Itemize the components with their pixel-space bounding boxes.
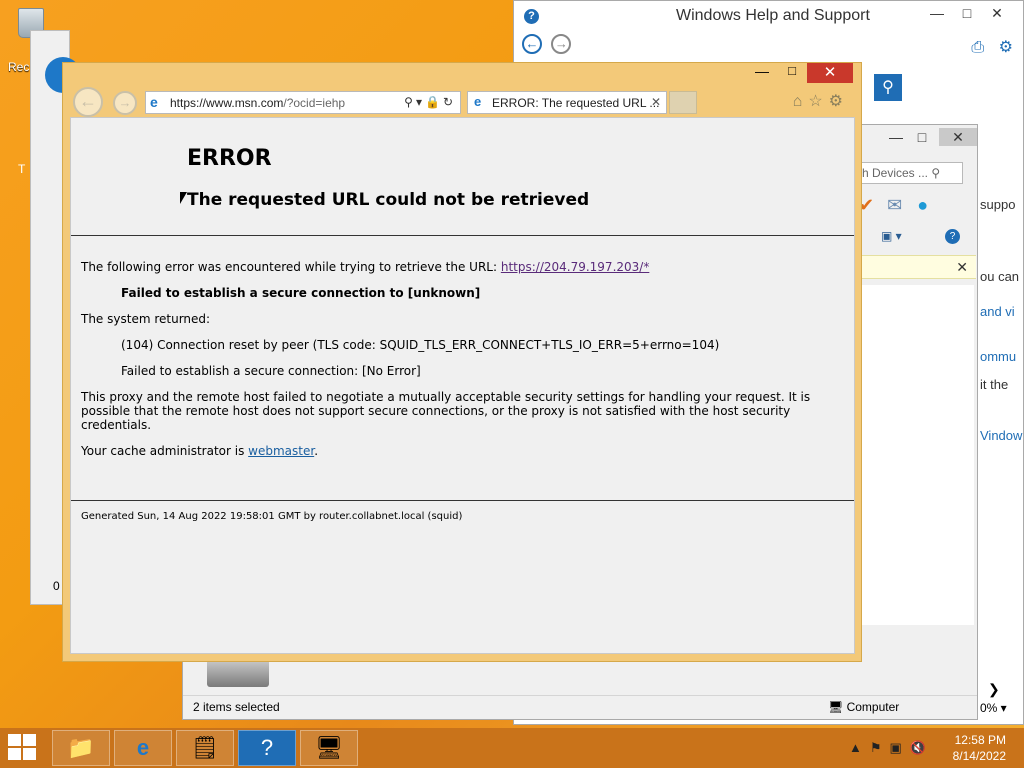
forward-button[interactable]: → xyxy=(113,91,137,115)
help-text-fragment: it the xyxy=(980,377,1009,392)
file-explorer-icon[interactable]: 📁 xyxy=(52,730,110,766)
search-icon[interactable]: ⚲ xyxy=(404,95,416,109)
internet-explorer-window[interactable]: — □ ✕ ← → e https://www.msn.com/?ocid=ie… xyxy=(62,62,862,662)
help-icon[interactable]: ? xyxy=(945,229,960,244)
error-header: ERROR The requested URL could not be ret… xyxy=(71,118,854,236)
help-question-icon: ? xyxy=(524,9,539,24)
maximize-button[interactable]: □ xyxy=(954,4,980,22)
address-bar[interactable]: e https://www.msn.com/?ocid=iehp ⚲▾🔒↻ xyxy=(145,91,461,114)
dropdown-icon[interactable]: ▾ xyxy=(416,95,425,109)
maximize-button[interactable]: □ xyxy=(779,63,805,83)
browser-tab[interactable]: e ERROR: The requested URL ... ✕ xyxy=(467,91,667,114)
help-link-fragment[interactable]: Vindow xyxy=(980,428,1022,443)
error-line: The following error was encountered whil… xyxy=(81,260,650,274)
mouse-cursor-icon xyxy=(180,192,187,204)
tab-title: ERROR: The requested URL ... xyxy=(492,96,660,110)
error-body: The following error was encountered whil… xyxy=(81,260,821,470)
error-footer: Generated Sun, 14 Aug 2022 19:58:01 GMT … xyxy=(71,500,854,532)
taskbar: 📁 e 🗒 ? 🖥 ▲⚑▣🔇 12:58 PM 8/14/2022 xyxy=(0,728,1024,768)
url-host: https://www.msn.com xyxy=(170,96,284,110)
device-list[interactable] xyxy=(859,285,974,625)
devices-search-input[interactable]: rch Devices ... ⚲ xyxy=(849,162,963,184)
settings-gear-icon[interactable]: ⚙ xyxy=(999,39,1013,56)
help-link-fragment[interactable]: and vi xyxy=(980,304,1015,319)
internet-explorer-icon[interactable]: e xyxy=(114,730,172,766)
mail-icon[interactable]: ✉ xyxy=(887,195,902,215)
desktop-icon-label: T xyxy=(18,162,26,176)
forward-icon[interactable]: → xyxy=(551,34,572,54)
error-line: The system returned: xyxy=(81,312,211,326)
help-support-taskbar-icon[interactable]: ? xyxy=(238,730,296,766)
recycle-bin-label: Rec xyxy=(8,60,30,74)
close-button[interactable]: ✕ xyxy=(939,128,977,146)
error-explanation: This proxy and the remote host failed to… xyxy=(81,390,811,432)
error-line: Your cache administrator is webmaster. xyxy=(81,444,319,458)
selection-status: 2 items selected xyxy=(193,700,280,714)
info-bar: ✕ xyxy=(861,255,976,279)
status-bar: 2 items selected 🖥 Computer xyxy=(183,695,977,719)
error-line: (104) Connection reset by peer (TLS code… xyxy=(121,338,720,352)
lock-icon[interactable]: 🔒 xyxy=(425,95,443,109)
ie-logo-icon: e xyxy=(150,94,158,110)
window-text: 0 xyxy=(53,579,60,593)
tools-gear-icon[interactable]: ⚙ xyxy=(829,93,849,110)
clock-date: 8/14/2022 xyxy=(952,749,1006,763)
page-content: ERROR The requested URL could not be ret… xyxy=(70,117,855,654)
minimize-button[interactable]: — xyxy=(883,128,909,146)
close-button[interactable]: ✕ xyxy=(807,63,853,83)
error-subtitle: The requested URL could not be retrieved xyxy=(187,190,590,210)
help-window-title: Windows Help and Support xyxy=(676,7,870,24)
show-hidden-icons-icon[interactable]: ▲ xyxy=(849,740,870,755)
globe-icon[interactable]: ● xyxy=(917,195,928,215)
close-infobar-icon[interactable]: ✕ xyxy=(956,259,968,276)
devices-taskbar-icon[interactable]: 🖥 xyxy=(300,730,358,766)
refresh-icon[interactable]: ↻ xyxy=(443,95,456,109)
clock[interactable]: 12:58 PM 8/14/2022 xyxy=(953,732,1006,764)
help-search-button[interactable]: ⚲ xyxy=(874,74,902,101)
minimize-button[interactable]: — xyxy=(924,4,950,22)
error-url-link[interactable]: https://204.79.197.203/* xyxy=(501,260,649,274)
system-tray[interactable]: ▲⚑▣🔇 xyxy=(849,740,934,756)
notepad-icon[interactable]: 🗒 xyxy=(176,730,234,766)
zoom-level[interactable]: 0% ▾ xyxy=(980,701,1007,715)
computer-status: 🖥 Computer xyxy=(828,700,900,714)
network-icon[interactable]: ▣ xyxy=(890,740,910,755)
url-path: /?ocid=iehp xyxy=(283,96,346,110)
back-button[interactable]: ← xyxy=(73,87,103,117)
help-titlebar[interactable]: ? Windows Help and Support — □ ✕ xyxy=(514,1,1023,31)
help-link-fragment[interactable]: ommu xyxy=(980,349,1016,364)
home-icon[interactable]: ⌂ xyxy=(793,93,809,110)
favorites-star-icon[interactable]: ☆ xyxy=(808,93,828,110)
print-icon[interactable]: ⎙ xyxy=(971,39,984,56)
ie-tab-icon: e xyxy=(474,94,482,109)
scroll-right-icon[interactable]: ❯ xyxy=(988,681,1000,698)
start-button[interactable] xyxy=(8,734,38,762)
error-line: Failed to establish a secure connection … xyxy=(121,286,481,300)
webmaster-link[interactable]: webmaster xyxy=(248,444,314,458)
minimize-button[interactable]: — xyxy=(749,63,775,83)
help-text-fragment: suppo xyxy=(980,197,1016,212)
help-text-fragment: ou can xyxy=(980,269,1020,284)
close-button[interactable]: ✕ xyxy=(984,4,1010,22)
back-icon[interactable]: ← xyxy=(522,34,542,54)
error-title: ERROR xyxy=(187,146,272,171)
error-line: Failed to establish a secure connection:… xyxy=(121,364,421,378)
maximize-button[interactable]: □ xyxy=(909,128,935,146)
clock-time: 12:58 PM xyxy=(954,733,1006,747)
ie-titlebar[interactable]: — □ ✕ xyxy=(63,63,861,87)
flag-icon[interactable]: ⚑ xyxy=(870,740,890,755)
volume-muted-icon[interactable]: 🔇 xyxy=(910,740,934,755)
new-tab-button[interactable] xyxy=(669,91,697,114)
close-tab-icon[interactable]: ✕ xyxy=(651,95,661,109)
view-options-icon[interactable]: ▣ ▾ xyxy=(881,229,902,243)
